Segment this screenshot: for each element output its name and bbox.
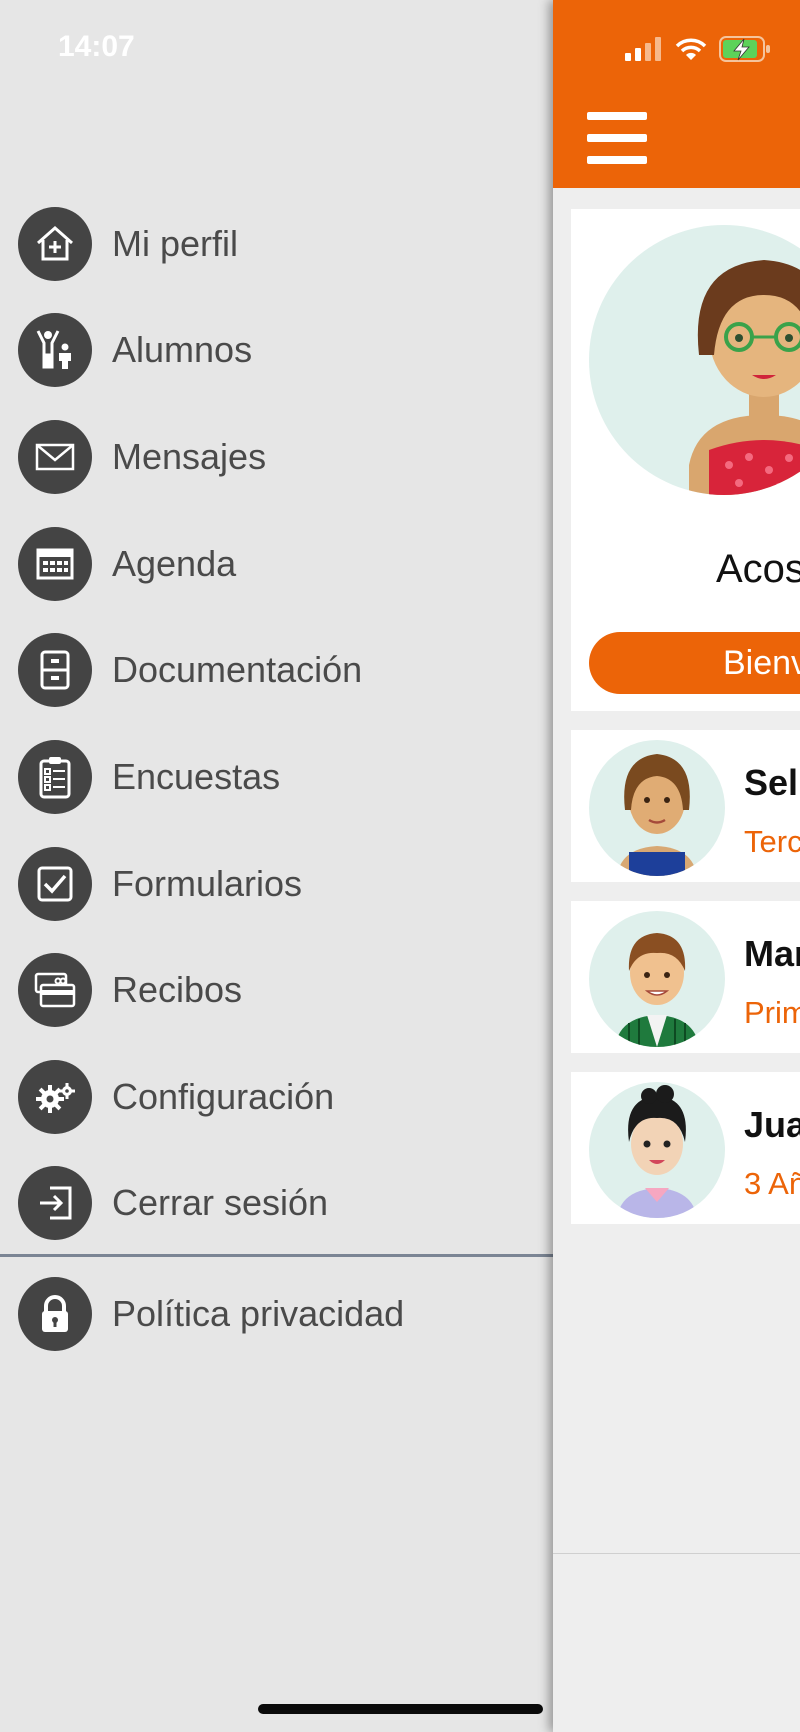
student-grade: Terc xyxy=(744,824,800,859)
menu-item-recibos[interactable]: Recibos xyxy=(18,953,538,1027)
menu-item-alumnos[interactable]: Alumnos xyxy=(18,313,538,387)
menu-item-agenda[interactable]: Agenda xyxy=(18,527,538,601)
checkbox-icon xyxy=(18,847,92,921)
menu-label: Mi perfil xyxy=(112,223,239,264)
menu-item-politica-privacidad[interactable]: Política privacidad xyxy=(18,1277,538,1351)
menu-item-formularios[interactable]: Formularios xyxy=(18,847,538,921)
student-card[interactable]: Sel Terc xyxy=(571,730,800,882)
student-name: Jua xyxy=(744,1104,800,1145)
profile-name: Acos xyxy=(716,547,800,591)
profile-card: Acos Bienv xyxy=(571,209,800,711)
menu-item-encuestas[interactable]: Encuestas xyxy=(18,740,538,814)
battery-charging-icon xyxy=(719,36,770,62)
student-name: Sel xyxy=(744,762,799,803)
gears-icon xyxy=(18,1060,92,1134)
home-indicator[interactable] xyxy=(258,1704,543,1714)
calendar-icon xyxy=(18,527,92,601)
menu-label: Política privacidad xyxy=(112,1293,405,1334)
cabinet-icon xyxy=(18,633,92,707)
lock-icon xyxy=(18,1277,92,1351)
menu-label: Cerrar sesión xyxy=(112,1182,329,1223)
menu-label: Documentación xyxy=(112,649,363,690)
envelope-icon xyxy=(18,420,92,494)
panel-divider xyxy=(553,1553,800,1554)
menu-toggle-button[interactable] xyxy=(587,112,647,168)
welcome-button[interactable]: Bienv xyxy=(589,632,800,694)
menu-item-mensajes[interactable]: Mensajes xyxy=(18,420,538,494)
status-icons xyxy=(625,36,771,62)
student-grade: Prim xyxy=(744,995,800,1030)
menu-label: Formularios xyxy=(112,863,303,904)
student-card[interactable]: Mar Prim xyxy=(571,901,800,1053)
signal-icon xyxy=(625,37,661,61)
wifi-icon xyxy=(675,38,707,60)
menu-label: Alumnos xyxy=(112,329,253,370)
teacher-avatar xyxy=(589,225,800,495)
card-icon xyxy=(18,953,92,1027)
people-icon xyxy=(18,313,92,387)
student-card[interactable]: Jua 3 Añ xyxy=(571,1072,800,1224)
menu-item-documentacion[interactable]: Documentación xyxy=(18,633,538,707)
menu-label: Mensajes xyxy=(112,436,267,477)
clipboard-icon xyxy=(18,740,92,814)
menu-divider xyxy=(0,1254,553,1257)
menu-label: Encuestas xyxy=(112,756,281,797)
student-avatar xyxy=(589,911,725,1047)
menu-label: Recibos xyxy=(112,969,243,1010)
student-avatar xyxy=(589,740,725,876)
menu-item-configuracion[interactable]: Configuración xyxy=(18,1060,538,1134)
menu-item-cerrar-sesion[interactable]: Cerrar sesión xyxy=(18,1166,538,1240)
hamburger-icon xyxy=(587,112,647,120)
menu-item-mi-perfil[interactable]: Mi perfil xyxy=(18,207,538,281)
menu-label: Configuración xyxy=(112,1076,335,1117)
student-name: Mar xyxy=(744,933,800,974)
app-header xyxy=(553,0,800,188)
logout-icon xyxy=(18,1166,92,1240)
menu-label: Agenda xyxy=(112,543,237,584)
side-menu: Mi perfil Alumnos Mensajes Agenda Docume… xyxy=(0,0,553,1732)
student-avatar xyxy=(589,1082,725,1218)
house-plus-icon xyxy=(18,207,92,281)
main-panel: Acos Bienv Sel Terc Ma Prim Jua 3 Añ xyxy=(553,0,800,1732)
student-grade: 3 Añ xyxy=(744,1166,800,1201)
